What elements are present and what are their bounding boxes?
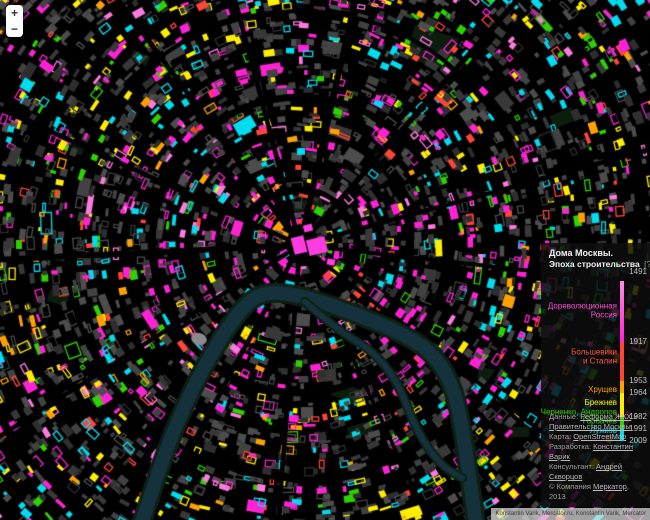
legend-credit-line: © Компания Меркатор, 2013: [549, 482, 647, 502]
legend-panel: Дома Москвы. Эпоха строительства [?] [≡]…: [541, 243, 650, 507]
legend-credit-line: Правительство Москвы: [549, 422, 647, 432]
map-attribution-bar: Konstantin Varik, Mercator.ru, Konstanti…: [491, 508, 650, 520]
legend-credit-line: Консультант: Андрей Скворцов: [549, 462, 647, 482]
legend-credit-text: Карта:: [549, 432, 573, 441]
legend-era-label: Брежнев: [584, 399, 617, 408]
legend-year-label: 1953: [629, 377, 647, 385]
legend-era-label: Хрущев: [588, 386, 617, 395]
legend-credit-link[interactable]: Правительство Москвы: [549, 422, 631, 431]
legend-credit-text: и: [631, 412, 637, 421]
legend-era-label: Большевикии Сталин: [571, 349, 617, 366]
legend-year-label: 1917: [629, 338, 647, 346]
zoom-in-button[interactable]: +: [6, 5, 23, 21]
legend-credit-line: Данные: Реформа ЖКХ и: [549, 412, 647, 422]
legend-credit-link[interactable]: OpenStreetMap: [573, 432, 626, 441]
legend-credit-link[interactable]: Меркатор: [593, 482, 627, 491]
legend-bar-segment: [620, 381, 624, 393]
legend-subtitle-text: Эпоха строительства: [549, 259, 640, 269]
zoom-control: + −: [6, 5, 23, 37]
legend-year-label: 1491: [629, 268, 647, 276]
legend-credit-text: Консультант:: [549, 462, 596, 471]
legend-year-label: 1964: [629, 389, 647, 397]
legend-bar-segment: [620, 281, 624, 342]
legend-credit-text: Данные:: [549, 412, 580, 421]
legend-credit-text: © Компания: [549, 482, 593, 491]
legend-title: Дома Москвы.: [549, 248, 613, 258]
map-application: + − Дома Москвы. Эпоха строительства [?]…: [0, 0, 650, 520]
legend-era-label: ДореволюционнаяРоссия: [548, 303, 617, 320]
legend-credit-text: Разработка:: [549, 442, 593, 451]
legend-credit-link[interactable]: Реформа ЖКХ: [580, 412, 631, 421]
legend-credit-line: Разработка: Константин Варик: [549, 442, 647, 462]
legend-bar-segment: [620, 342, 624, 381]
zoom-out-button[interactable]: −: [6, 21, 23, 37]
legend-credits: Данные: Реформа ЖКХ иПравительство Москв…: [549, 412, 647, 502]
legend-credit-line: Карта: OpenStreetMap: [549, 432, 647, 442]
